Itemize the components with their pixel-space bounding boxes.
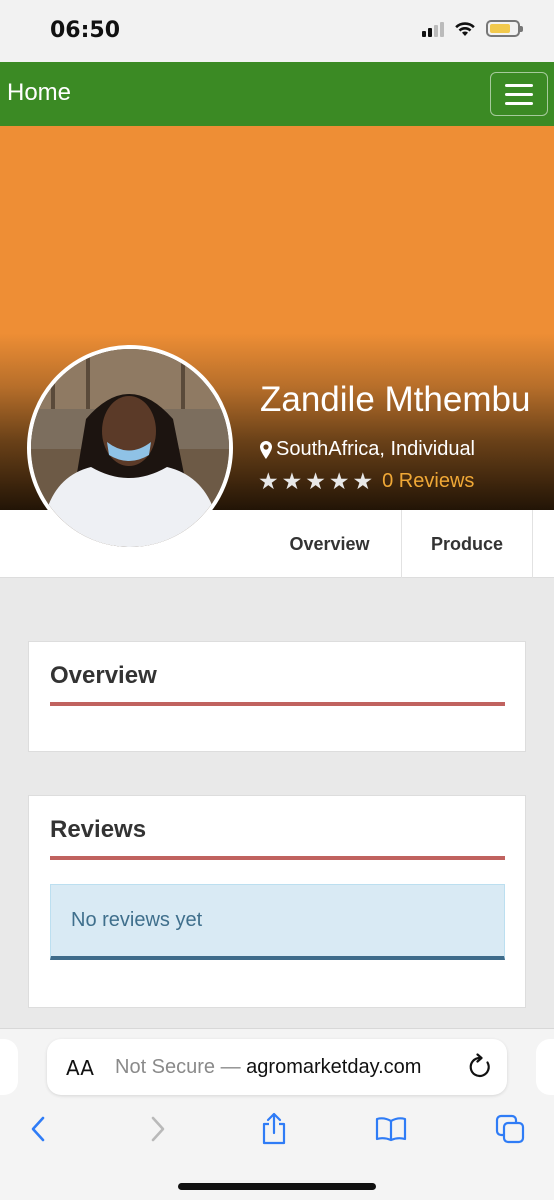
back-icon: [31, 1116, 45, 1142]
heading-divider: [50, 856, 505, 860]
back-button[interactable]: [18, 1109, 58, 1149]
next-tab-preview[interactable]: [536, 1039, 554, 1095]
status-icons: [422, 20, 523, 37]
reviews-heading: Reviews: [50, 816, 147, 843]
avatar: [27, 345, 233, 551]
bookmarks-icon: [375, 1117, 407, 1142]
profile-photo: [31, 349, 229, 547]
wifi-icon: [455, 22, 475, 36]
menu-toggle-button[interactable]: [490, 72, 548, 116]
previous-tab-preview[interactable]: [0, 1039, 18, 1095]
profile-location-text: SouthAfrica, Individual: [276, 438, 476, 460]
reader-settings-button[interactable]: AA: [66, 1056, 94, 1080]
browser-bottom-bar: AA Not Secure — agromarketday.com: [0, 1028, 554, 1200]
battery-icon: [486, 20, 523, 37]
status-time: 06:50: [50, 18, 121, 43]
share-button[interactable]: [254, 1109, 294, 1149]
forward-icon: [151, 1116, 165, 1142]
star-icon: ★: [281, 468, 303, 494]
tabs-button[interactable]: [490, 1109, 530, 1149]
nav-home-link[interactable]: Home: [7, 79, 71, 107]
tab-overview[interactable]: Overview: [258, 510, 401, 578]
overview-heading: Overview: [50, 662, 157, 689]
forward-button[interactable]: [138, 1109, 178, 1149]
share-icon: [262, 1112, 286, 1145]
status-bar: 06:50: [0, 0, 554, 62]
not-secure-label: Not Secure —: [115, 1056, 247, 1078]
star-icon: ★: [305, 468, 326, 494]
home-indicator: [178, 1183, 376, 1190]
bookmarks-button[interactable]: [371, 1109, 411, 1149]
star-icon: ★: [352, 468, 374, 494]
browser-toolbar: [0, 1109, 554, 1149]
reviews-link[interactable]: 0 Reviews: [382, 470, 474, 493]
hamburger-icon-line: [505, 92, 533, 96]
tabs-icon: [495, 1114, 525, 1144]
rating: ★ ★ ★ ★ ★ 0 Reviews: [258, 470, 474, 493]
star-icon: ★: [258, 468, 279, 494]
reload-icon[interactable]: [467, 1053, 493, 1081]
map-marker-icon: [260, 440, 272, 459]
battery-level: [490, 24, 510, 33]
overview-panel: Overview: [28, 641, 526, 752]
hamburger-icon-line: [505, 101, 533, 105]
navbar: Home: [0, 62, 554, 126]
url-display[interactable]: Not Secure — agromarketday.com: [115, 1056, 421, 1079]
profile-name: Zandile Mthembu: [260, 380, 531, 419]
heading-divider: [50, 702, 505, 706]
no-reviews-alert: No reviews yet: [50, 884, 505, 960]
tab-produce[interactable]: Produce: [401, 510, 533, 578]
url-domain: agromarketday.com: [246, 1056, 422, 1078]
profile-location: SouthAfrica, Individual: [260, 438, 475, 461]
reviews-panel: Reviews No reviews yet: [28, 795, 526, 1008]
cellular-signal-icon: [422, 21, 444, 37]
address-bar[interactable]: AA Not Secure — agromarketday.com: [47, 1039, 507, 1095]
hamburger-icon-line: [505, 83, 533, 87]
star-icon: ★: [328, 468, 350, 494]
